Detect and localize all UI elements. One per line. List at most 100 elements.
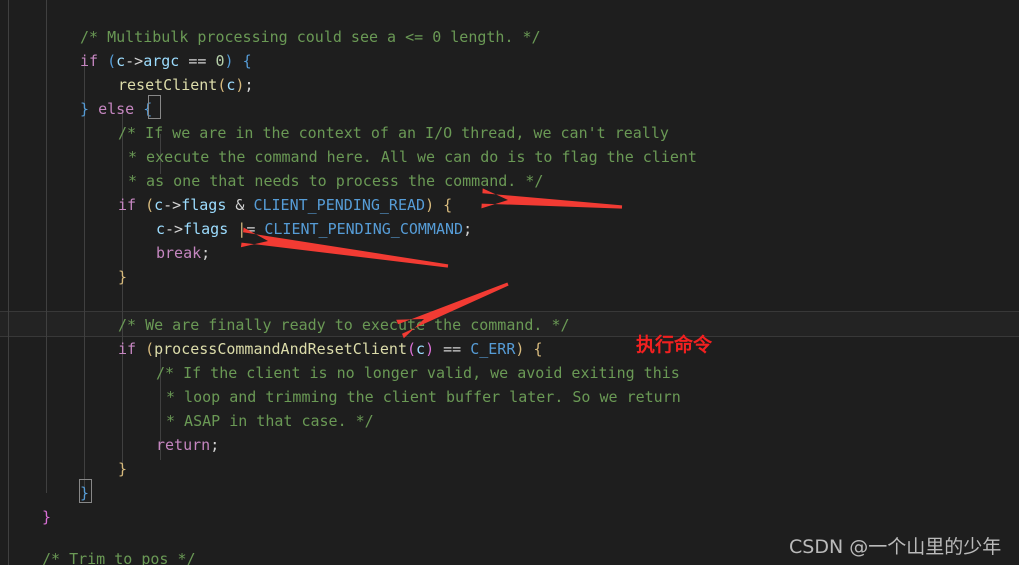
code-token: { (533, 340, 543, 358)
code-token: ) (425, 196, 435, 214)
code-token: CLIENT_PENDING_COMMAND (264, 220, 464, 238)
csdn-watermark: CSDN @一个山里的少年 (789, 536, 1002, 558)
code-line-text: if (c->flags & CLIENT_PENDING_READ) { (118, 193, 452, 217)
code-token: /* If we are in the context of an I/O th… (118, 124, 669, 142)
code-editor-screenshot: /* Multibulk processing could see a <= 0… (0, 0, 1019, 565)
code-token: -> (163, 196, 182, 214)
code-line[interactable]: if (processCommandAndResetClient(c) == C… (0, 337, 1019, 361)
code-line-text: * loop and trimming the client buffer la… (166, 385, 681, 409)
code-token: else (98, 100, 135, 118)
code-line-text: /* If the client is no longer valid, we … (156, 361, 680, 385)
code-line-text: } (118, 265, 127, 289)
code-token: } (80, 100, 90, 118)
code-token: * as one that needs to process the comma… (128, 172, 544, 190)
code-token: /* Trim to pos */ (42, 550, 196, 565)
code-token: == (434, 340, 471, 358)
code-line[interactable]: /* If we are in the context of an I/O th… (0, 121, 1019, 145)
code-line[interactable]: } (0, 481, 1019, 505)
code-line-text: return; (156, 433, 219, 457)
code-token: flags (181, 196, 227, 214)
code-line-text: * execute the command here. All we can d… (128, 145, 697, 169)
code-token: | (237, 220, 247, 238)
code-token: argc (143, 52, 180, 70)
code-token: CLIENT_PENDING_READ (253, 196, 426, 214)
code-line-text: * ASAP in that case. */ (166, 409, 374, 433)
code-token: ) (425, 340, 435, 358)
code-line[interactable]: c->flags |= CLIENT_PENDING_COMMAND; (0, 217, 1019, 241)
code-token: { (443, 196, 453, 214)
code-token: /* Multibulk processing could see a <= 0… (80, 28, 541, 46)
code-token: /* If the client is no longer valid, we … (156, 364, 680, 382)
code-line[interactable]: if (c->flags & CLIENT_PENDING_READ) { (0, 193, 1019, 217)
code-line-text: * as one that needs to process the comma… (128, 169, 543, 193)
code-token: break (156, 244, 202, 262)
code-line[interactable]: /* We are finally ready to execute the c… (0, 313, 1019, 337)
code-line-text: /* If we are in the context of an I/O th… (118, 121, 669, 145)
code-token: if (118, 196, 137, 214)
code-token: if (118, 340, 137, 358)
code-token: -> (165, 220, 184, 238)
code-line[interactable]: return; (0, 433, 1019, 457)
code-token: ; (201, 244, 211, 262)
code-token: ; (463, 220, 473, 238)
code-token: ( (145, 340, 155, 358)
code-token: c (156, 220, 166, 238)
code-token: ) (224, 52, 234, 70)
code-line[interactable]: if (c->argc == 0) { (0, 49, 1019, 73)
code-line[interactable]: } else { (0, 97, 1019, 121)
code-token: ( (407, 340, 417, 358)
code-token: return (156, 436, 211, 454)
code-line[interactable]: } (0, 457, 1019, 481)
code-token: if (80, 52, 99, 70)
code-line[interactable]: resetClient(c); (0, 73, 1019, 97)
code-line[interactable]: * as one that needs to process the comma… (0, 169, 1019, 193)
code-line-text: if (c->argc == 0) { (80, 49, 252, 73)
code-line-text: } else { (80, 97, 152, 121)
code-token: { (242, 52, 252, 70)
code-token: ; (244, 76, 254, 94)
code-line-text: /* Trim to pos */ (42, 547, 196, 565)
code-line[interactable]: break; (0, 241, 1019, 265)
chinese-annotation-label: 执行命令 (636, 334, 713, 356)
code-line[interactable]: * execute the command here. All we can d… (0, 145, 1019, 169)
code-token: } (80, 484, 90, 502)
code-line-text: resetClient(c); (118, 73, 253, 97)
code-token: ; (210, 436, 220, 454)
code-line[interactable]: /* If the client is no longer valid, we … (0, 361, 1019, 385)
code-token: * execute the command here. All we can d… (128, 148, 697, 166)
code-editor-surface[interactable]: /* Multibulk processing could see a <= 0… (0, 0, 1019, 565)
code-token: processCommandAndResetClient (154, 340, 407, 358)
code-line-text: c->flags |= CLIENT_PENDING_COMMAND; (156, 217, 472, 241)
code-line[interactable]: } (0, 265, 1019, 289)
code-line-text: break; (156, 241, 210, 265)
code-line[interactable]: * loop and trimming the client buffer la… (0, 385, 1019, 409)
code-line[interactable]: * ASAP in that case. */ (0, 409, 1019, 433)
code-line[interactable]: } (0, 505, 1019, 529)
code-token: * loop and trimming the client buffer la… (166, 388, 681, 406)
code-token: C_ERR (470, 340, 516, 358)
code-line-text: /* We are finally ready to execute the c… (118, 313, 570, 337)
code-token: * ASAP in that case. */ (166, 412, 374, 430)
code-token: 0 (215, 52, 225, 70)
code-token: } (118, 268, 128, 286)
code-token: flags (183, 220, 229, 238)
code-line[interactable]: /* Multibulk processing could see a <= 0… (0, 25, 1019, 49)
code-line-text: } (80, 481, 89, 505)
code-token: & (226, 196, 254, 214)
code-token: == (179, 52, 216, 70)
code-token: { (143, 100, 153, 118)
code-line[interactable] (0, 289, 1019, 313)
code-line-text: } (42, 505, 51, 529)
code-token: } (42, 508, 52, 526)
code-token: /* We are finally ready to execute the c… (118, 316, 570, 334)
code-token: = (246, 220, 265, 238)
code-line-text: if (processCommandAndResetClient(c) == C… (118, 337, 542, 361)
